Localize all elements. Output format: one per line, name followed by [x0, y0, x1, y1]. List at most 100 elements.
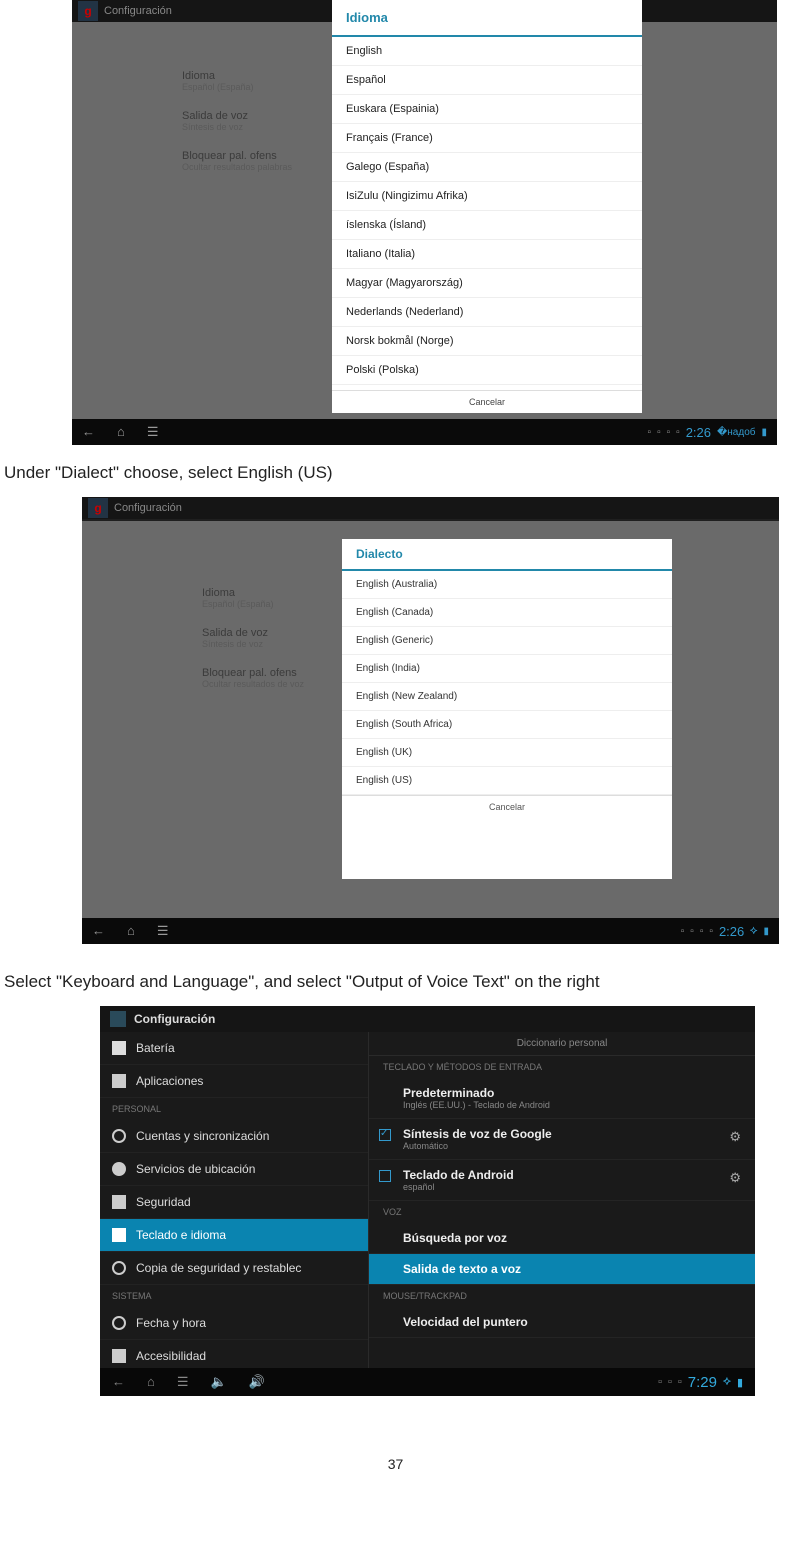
settings-body: Batería Aplicaciones PERSONAL Cuentas y …: [100, 1032, 755, 1368]
settings-detail-pane[interactable]: Diccionario personal TECLADO Y MÉTODOS D…: [368, 1032, 755, 1368]
list-item[interactable]: IsiZulu (Ningizimu Afrika): [332, 182, 642, 211]
list-item[interactable]: Polski (Polska): [332, 356, 642, 385]
status-icon: ▫: [657, 427, 661, 438]
sidebar-item-fecha[interactable]: Fecha y hora: [100, 1307, 368, 1340]
list-item[interactable]: Galego (España): [332, 153, 642, 182]
list-item[interactable]: íslenska (Ísland): [332, 211, 642, 240]
input-method-android-keyboard[interactable]: Teclado de Androidespañol⚙: [369, 1160, 755, 1201]
status-icon: ▫: [709, 926, 713, 937]
sidebar-item-cuentas[interactable]: Cuentas y sincronización: [100, 1120, 368, 1153]
back-icon[interactable]: ←: [92, 923, 105, 939]
recent-icon[interactable]: ☰: [157, 923, 169, 939]
setting-item[interactable]: Bloquear pal. ofensOcultar resultados pa…: [182, 150, 332, 172]
back-icon[interactable]: ←: [82, 424, 95, 440]
battery-icon: ▮: [737, 1376, 743, 1389]
sidebar-item-teclado-idioma[interactable]: Teclado e idioma: [100, 1219, 368, 1252]
screenshot-settings-keyboard: Configuración Batería Aplicaciones PERSO…: [100, 1006, 755, 1396]
sidebar-header: PERSONAL: [100, 1098, 368, 1120]
checkbox-icon[interactable]: [379, 1170, 391, 1182]
list-item[interactable]: English (Canada): [342, 599, 672, 627]
cancel-button[interactable]: Cancelar: [342, 795, 672, 818]
volume-up-icon[interactable]: 🔊: [249, 1374, 265, 1390]
google-badge-icon: g: [88, 498, 108, 518]
sidebar-item-accesibilidad[interactable]: Accesibilidad: [100, 1340, 368, 1368]
section-header: TECLADO Y MÉTODOS DE ENTRADA: [369, 1056, 755, 1078]
battery-icon: ▮: [761, 427, 767, 438]
list-item[interactable]: Nederlands (Nederland): [332, 298, 642, 327]
list-item[interactable]: Magyar (Magyarország): [332, 269, 642, 298]
sidebar-item-ubicacion[interactable]: Servicios de ubicación: [100, 1153, 368, 1186]
list-item[interactable]: Français (France): [332, 124, 642, 153]
dialog-title: Dialecto: [342, 539, 672, 571]
language-dialog: Idioma English Español Euskara (Espainia…: [332, 0, 642, 413]
status-icon: ▫: [667, 427, 671, 438]
status-icon: ▫: [648, 427, 652, 438]
recent-icon[interactable]: ☰: [147, 424, 159, 440]
sidebar-header: SISTEMA: [100, 1285, 368, 1307]
recent-icon[interactable]: ☰: [177, 1374, 189, 1390]
home-icon[interactable]: ⌂: [127, 923, 135, 939]
top-bar: Configuración: [100, 1006, 755, 1032]
screen-title: Configuración: [134, 1012, 215, 1026]
back-icon[interactable]: ←: [112, 1374, 125, 1390]
list-item[interactable]: English (Australia): [342, 571, 672, 599]
pointer-speed[interactable]: Velocidad del puntero: [369, 1307, 755, 1338]
sidebar-item-aplicaciones[interactable]: Aplicaciones: [100, 1065, 368, 1098]
section-header: VOZ: [369, 1201, 755, 1223]
system-navbar: ← ⌂ ☰ 🔈 🔊 ▫ ▫ ▫ 7:29 ⯎ ▮: [100, 1368, 755, 1396]
document-page: g Configuración IdiomaEspañol (España) S…: [0, 0, 797, 1512]
list-item[interactable]: English (UK): [342, 739, 672, 767]
settings-icon: [110, 1011, 126, 1027]
clock-label: 7:29: [688, 1374, 717, 1391]
status-icon: ▫: [678, 1376, 682, 1388]
input-method-google-voice[interactable]: Síntesis de voz de GoogleAutomático⚙: [369, 1119, 755, 1160]
clock-label: 2:26: [686, 425, 711, 440]
google-badge-icon: g: [78, 1, 98, 21]
settings-gear-icon[interactable]: ⚙: [729, 1129, 741, 1145]
list-item[interactable]: Italiano (Italia): [332, 240, 642, 269]
setting-item[interactable]: Salida de vozSíntesis de voz: [182, 110, 332, 132]
list-item[interactable]: Norsk bokmål (Norge): [332, 327, 642, 356]
setting-item[interactable]: IdiomaEspañol (España): [202, 587, 352, 609]
home-icon[interactable]: ⌂: [117, 424, 125, 440]
sync-icon: [112, 1129, 126, 1143]
list-item[interactable]: Euskara (Espainia): [332, 95, 642, 124]
setting-item[interactable]: Bloquear pal. ofensOcultar resultados de…: [202, 667, 352, 689]
settings-list: IdiomaEspañol (España) Salida de vozSínt…: [202, 587, 352, 707]
settings-gear-icon[interactable]: ⚙: [729, 1170, 741, 1186]
language-list[interactable]: English Español Euskara (Espainia) Franç…: [332, 37, 642, 385]
wifi-icon: ⯎: [723, 1376, 731, 1389]
clock-label: 2:26: [719, 924, 744, 939]
setting-item[interactable]: Salida de vozSíntesis de voz: [202, 627, 352, 649]
checkbox-icon[interactable]: [379, 1129, 391, 1141]
list-item[interactable]: English (India): [342, 655, 672, 683]
list-item[interactable]: English (US): [342, 767, 672, 795]
cancel-button[interactable]: Cancelar: [332, 390, 642, 413]
settings-sidebar[interactable]: Batería Aplicaciones PERSONAL Cuentas y …: [100, 1032, 368, 1368]
status-icon: ▫: [668, 1376, 672, 1388]
system-navbar: ← ⌂ ☰ ▫ ▫ ▫ ▫ 2:26 ⯎ ▮: [82, 918, 779, 944]
list-item[interactable]: English: [332, 37, 642, 66]
dialect-dialog: Dialecto English (Australia) English (Ca…: [342, 539, 672, 879]
input-method-default[interactable]: PredeterminadoInglés (EE.UU.) - Teclado …: [369, 1078, 755, 1119]
home-icon[interactable]: ⌂: [147, 1374, 155, 1390]
sidebar-item-seguridad[interactable]: Seguridad: [100, 1186, 368, 1219]
status-icon: ▫: [658, 1376, 662, 1388]
status-icon: ▫: [681, 926, 685, 937]
list-item[interactable]: English (Generic): [342, 627, 672, 655]
list-item[interactable]: Español: [332, 66, 642, 95]
section-header: MOUSE/TRACKPAD: [369, 1285, 755, 1307]
voice-search[interactable]: Búsqueda por voz: [369, 1223, 755, 1254]
list-item[interactable]: English (New Zealand): [342, 683, 672, 711]
instruction-text: Select "Keyboard and Language", and sele…: [4, 972, 791, 992]
setting-item[interactable]: IdiomaEspañol (España): [182, 70, 332, 92]
list-item[interactable]: English (South Africa): [342, 711, 672, 739]
settings-list: IdiomaEspañol (España) Salida de vozSínt…: [182, 70, 332, 190]
sidebar-item-batería[interactable]: Batería: [100, 1032, 368, 1065]
sidebar-item-backup[interactable]: Copia de seguridad y restablec: [100, 1252, 368, 1285]
volume-down-icon[interactable]: 🔈: [211, 1374, 227, 1390]
text-to-speech-output[interactable]: Salida de texto a voz: [369, 1254, 755, 1285]
lock-icon: [112, 1195, 126, 1209]
status-icon: ▫: [700, 926, 704, 937]
screenshot-language-dialog: g Configuración IdiomaEspañol (España) S…: [72, 0, 777, 445]
